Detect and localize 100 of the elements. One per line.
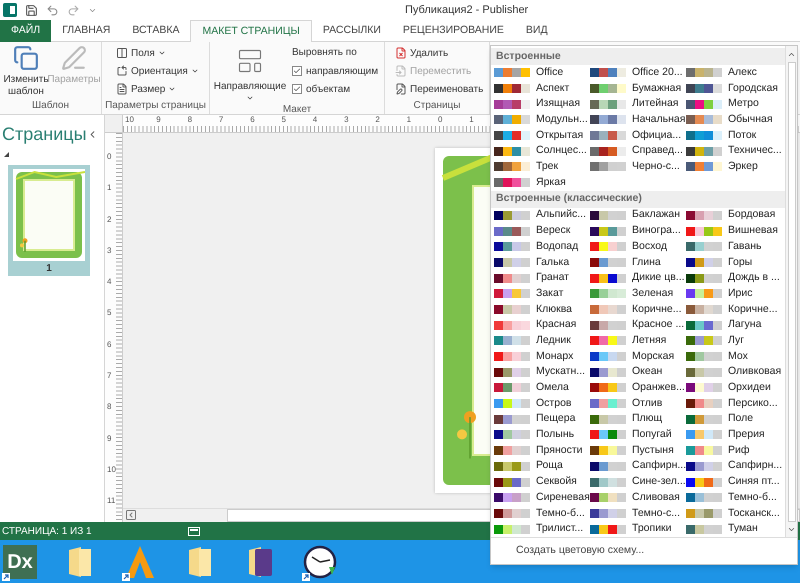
color-scheme-option[interactable]: Галька [494, 254, 590, 270]
color-scheme-option[interactable]: Темно-б... [686, 490, 782, 506]
ribbon-tab[interactable]: МАКЕТ СТРАНИЦЫ [190, 20, 312, 42]
color-scheme-option[interactable]: Зеленая [590, 286, 686, 302]
color-scheme-option[interactable]: Гранат [494, 270, 590, 286]
color-scheme-option[interactable]: Дикие цв... [590, 270, 686, 286]
color-scheme-option[interactable]: Попугай [590, 427, 686, 443]
color-scheme-option[interactable]: Орхидеи [686, 380, 782, 396]
color-scheme-option[interactable]: Лагуна [686, 317, 782, 333]
color-scheme-option[interactable]: Сапфирн... [590, 458, 686, 474]
ribbon-tab[interactable]: ВСТАВКА [121, 20, 190, 42]
undo-icon[interactable] [46, 4, 59, 16]
color-scheme-option[interactable]: Солнцес... [494, 143, 590, 160]
guides-button[interactable]: Направляющие [212, 45, 288, 102]
color-scheme-option[interactable]: Аспект [494, 80, 590, 96]
menu-scrollbar[interactable] [785, 46, 797, 537]
color-scheme-option[interactable]: Отлив [590, 396, 686, 412]
color-scheme-option[interactable]: Обычная [686, 112, 782, 128]
color-scheme-option[interactable]: Бордовая [686, 208, 782, 224]
color-scheme-option[interactable]: Остров [494, 396, 590, 412]
ribbon-tab[interactable]: ВИД [514, 20, 559, 42]
view-mode-icon[interactable] [188, 526, 200, 536]
color-scheme-option[interactable]: Трек [494, 159, 590, 175]
color-scheme-option[interactable]: Горы [686, 254, 782, 270]
color-scheme-option[interactable]: Яркая [494, 174, 590, 190]
page-setup-dropdown[interactable]: Ориентация [116, 63, 199, 79]
color-scheme-option[interactable]: Поле [686, 411, 782, 428]
ribbon-tab[interactable]: ФАЙЛ [0, 20, 52, 42]
color-scheme-option[interactable]: Коричне... [590, 302, 686, 318]
color-scheme-option[interactable]: Водопад [494, 238, 590, 255]
color-scheme-option[interactable]: Прерия [686, 427, 782, 443]
color-scheme-option[interactable]: Пещера [494, 411, 590, 428]
color-scheme-option[interactable]: Ирис [686, 286, 782, 302]
color-scheme-option[interactable]: Плющ [590, 411, 686, 428]
color-scheme-option[interactable]: Роща [494, 458, 590, 474]
color-scheme-option[interactable]: Открытая [494, 128, 590, 144]
expand-triangle-icon[interactable] [4, 152, 9, 157]
color-scheme-option[interactable]: Глина [590, 254, 686, 270]
color-scheme-option[interactable]: Гавань [686, 238, 782, 255]
color-scheme-option[interactable]: Сиреневая [494, 490, 590, 506]
color-scheme-option[interactable]: Изящная [494, 96, 590, 112]
color-scheme-option[interactable]: Океан [590, 364, 686, 380]
color-scheme-option[interactable]: Омела [494, 380, 590, 396]
color-scheme-option[interactable]: Красное ... [590, 317, 686, 333]
color-scheme-option[interactable]: Начальная [590, 112, 686, 128]
clock-icon[interactable] [303, 544, 337, 578]
color-scheme-option[interactable]: Office [494, 65, 590, 81]
color-scheme-option[interactable]: Персико... [686, 396, 782, 412]
page-thumbnail[interactable]: 1 [8, 165, 90, 276]
color-scheme-option[interactable]: Литейная [590, 96, 686, 112]
scroll-up-icon[interactable] [787, 50, 796, 59]
page-action-button[interactable]: Переименовать [395, 81, 484, 97]
ribbon-tab[interactable]: ГЛАВНАЯ [51, 20, 122, 42]
color-scheme-option[interactable]: Тосканск... [686, 506, 782, 522]
color-scheme-option[interactable]: Вереск [494, 223, 590, 239]
color-scheme-option[interactable]: Пряности [494, 442, 590, 458]
color-scheme-option[interactable]: Модульн... [494, 112, 590, 128]
color-scheme-option[interactable]: Секвойя [494, 474, 590, 490]
color-scheme-option[interactable]: Трилист... [494, 521, 590, 537]
color-scheme-option[interactable]: Синяя пт... [686, 474, 782, 490]
color-scheme-option[interactable]: Луг [686, 333, 782, 349]
color-scheme-option[interactable]: Коричне... [686, 302, 782, 318]
folder-icon[interactable] [247, 546, 273, 578]
color-scheme-option[interactable]: Дождь в ... [686, 270, 782, 286]
color-scheme-option[interactable]: Office 20... [590, 65, 686, 81]
color-scheme-option[interactable]: Риф [686, 442, 782, 458]
color-scheme-option[interactable]: Эркер [686, 159, 782, 175]
color-scheme-option[interactable]: Сапфирн... [686, 458, 782, 474]
color-scheme-option[interactable]: Тропики [590, 521, 686, 537]
color-scheme-option[interactable]: Виногра... [590, 223, 686, 239]
scrollbar-thumb[interactable] [788, 62, 796, 522]
color-scheme-option[interactable]: Темно-с... [590, 506, 686, 522]
color-scheme-option[interactable]: Черно-с... [590, 159, 686, 175]
color-scheme-option[interactable]: Пустыня [590, 442, 686, 458]
color-scheme-option[interactable]: Закат [494, 286, 590, 302]
folder-icon[interactable] [187, 546, 213, 578]
color-scheme-option[interactable]: Поток [686, 128, 782, 144]
color-scheme-option[interactable]: Техничес... [686, 143, 782, 160]
color-scheme-option[interactable]: Мускатн... [494, 364, 590, 380]
dx-app-icon[interactable]: Dx [3, 544, 37, 578]
color-scheme-option[interactable]: Алекс [686, 65, 782, 81]
scroll-left-icon[interactable] [125, 509, 137, 521]
color-scheme-option[interactable]: Мох [686, 348, 782, 364]
color-scheme-option[interactable]: Туман [686, 521, 782, 537]
color-scheme-option[interactable]: Восход [590, 238, 686, 255]
color-scheme-option[interactable]: Сине-зел... [590, 474, 686, 490]
ribbon-tab[interactable]: РАССЫЛКИ [312, 20, 392, 42]
checkbox[interactable] [292, 66, 302, 76]
color-scheme-option[interactable]: Альпийс... [494, 208, 590, 224]
color-scheme-option[interactable]: Официа... [590, 128, 686, 144]
folder-icon[interactable] [67, 546, 93, 578]
change-template-button[interactable]: Изменить шаблон [2, 45, 50, 98]
color-scheme-option[interactable]: Оранжев... [590, 380, 686, 396]
scroll-down-icon[interactable] [787, 525, 796, 534]
color-scheme-option[interactable]: Метро [686, 96, 782, 112]
color-scheme-option[interactable]: Морская [590, 348, 686, 364]
color-scheme-option[interactable]: Вишневая [686, 223, 782, 239]
color-scheme-option[interactable]: Оливковая [686, 364, 782, 380]
color-scheme-option[interactable]: Ледник [494, 333, 590, 349]
color-scheme-option[interactable]: Сливовая [590, 490, 686, 506]
